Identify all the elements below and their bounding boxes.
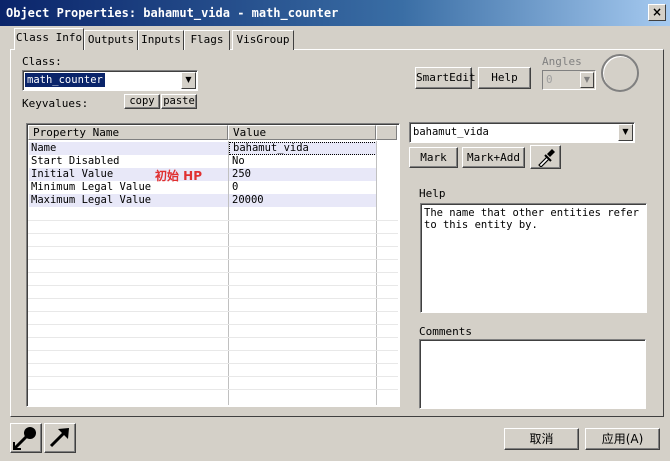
chevron-down-icon: ▼ [622, 127, 629, 136]
angles-dial[interactable] [601, 54, 639, 92]
grid-line [28, 350, 398, 351]
table-row[interactable]: Initial Value 250 [29, 168, 377, 181]
row-value: No [232, 155, 245, 167]
tab-class-info[interactable]: Class Info [14, 28, 84, 50]
mark-add-button[interactable]: Mark+Add [462, 147, 525, 168]
close-icon: × [651, 5, 663, 19]
grid-line [28, 285, 398, 286]
grid-line [28, 376, 398, 377]
grid-line [28, 389, 398, 390]
value-combobox-text: bahamut_vida [413, 126, 489, 138]
comments-textarea[interactable] [419, 339, 646, 409]
copy-button[interactable]: copy [124, 94, 160, 109]
value-dropdown-button[interactable]: ▼ [618, 124, 633, 141]
column-header-property[interactable]: Property Name [28, 125, 228, 140]
table-row[interactable]: Maximum Legal Value 20000 [29, 194, 377, 207]
keyvalues-label: Keyvalues: [22, 97, 89, 110]
grid-line [28, 259, 398, 260]
eyedropper-button[interactable] [530, 145, 561, 169]
cancel-button[interactable]: 取消 [504, 428, 579, 450]
grid-line [28, 246, 398, 247]
help-button[interactable]: Help [478, 67, 531, 89]
property-grid: Property Name Value Name bahamut_vida St… [26, 123, 400, 407]
window-title: Object Properties: bahamut_vida - math_c… [6, 6, 339, 20]
chevron-down-icon: ▼ [583, 75, 591, 84]
goto-entity-button[interactable] [44, 423, 76, 453]
row-value: 20000 [232, 194, 264, 206]
row-value: bahamut_vida [229, 142, 377, 155]
row-property: Maximum Legal Value [31, 194, 152, 206]
grid-line [28, 324, 398, 325]
help-label: Help [419, 187, 446, 200]
comments-label: Comments [419, 325, 472, 338]
class-label: Class: [22, 55, 62, 68]
row-value: 0 [232, 181, 239, 193]
angles-combobox[interactable]: 0 ▼ [542, 70, 596, 90]
class-combobox[interactable]: math_counter ▼ [22, 70, 198, 91]
class-value: math_counter [25, 73, 105, 87]
close-button[interactable]: × [648, 4, 666, 21]
grid-line [28, 272, 398, 273]
arrow-icon [49, 428, 69, 448]
grid-line [28, 337, 398, 338]
chevron-down-icon: ▼ [185, 75, 192, 84]
table-row[interactable]: Minimum Legal Value 0 [29, 181, 377, 194]
angles-dropdown-button[interactable]: ▼ [580, 72, 594, 88]
grid-line [28, 298, 398, 299]
column-header-spacer [376, 125, 397, 140]
class-dropdown-button[interactable]: ▼ [181, 72, 196, 89]
value-combobox[interactable]: bahamut_vida ▼ [409, 122, 635, 143]
grid-line [28, 363, 398, 364]
tab-visgroup[interactable]: VisGroup [232, 30, 294, 50]
column-divider [376, 141, 377, 405]
angles-value: 0 [546, 73, 553, 86]
eyedropper-icon [537, 149, 555, 168]
grid-line [28, 220, 398, 221]
grid-line [28, 233, 398, 234]
paste-button[interactable]: paste [161, 94, 197, 109]
pin-icon [13, 427, 36, 450]
tab-flags[interactable]: Flags [184, 30, 230, 50]
row-value: 250 [232, 168, 251, 180]
grid-line [28, 311, 398, 312]
help-textbox: The name that other entities refer to th… [420, 203, 647, 313]
window-titlebar: Object Properties: bahamut_vida - math_c… [0, 0, 670, 26]
annotation-label: 初始 HP [155, 169, 203, 183]
smartedit-button[interactable]: SmartEdit [415, 67, 476, 89]
row-property: Name [31, 142, 57, 154]
tab-outputs[interactable]: Outputs [84, 30, 138, 50]
pin-toggle-button[interactable] [10, 423, 42, 453]
angles-label: Angles [542, 55, 582, 68]
column-header-value[interactable]: Value [228, 125, 376, 140]
column-divider [228, 141, 229, 405]
table-row[interactable]: Name bahamut_vida [29, 142, 377, 155]
apply-button[interactable]: 应用(A) [585, 428, 660, 450]
help-text: The name that other entities refer to th… [424, 207, 639, 231]
tab-inputs[interactable]: Inputs [138, 30, 184, 50]
mark-button[interactable]: Mark [409, 147, 458, 168]
table-row[interactable]: Start Disabled No [29, 155, 377, 168]
